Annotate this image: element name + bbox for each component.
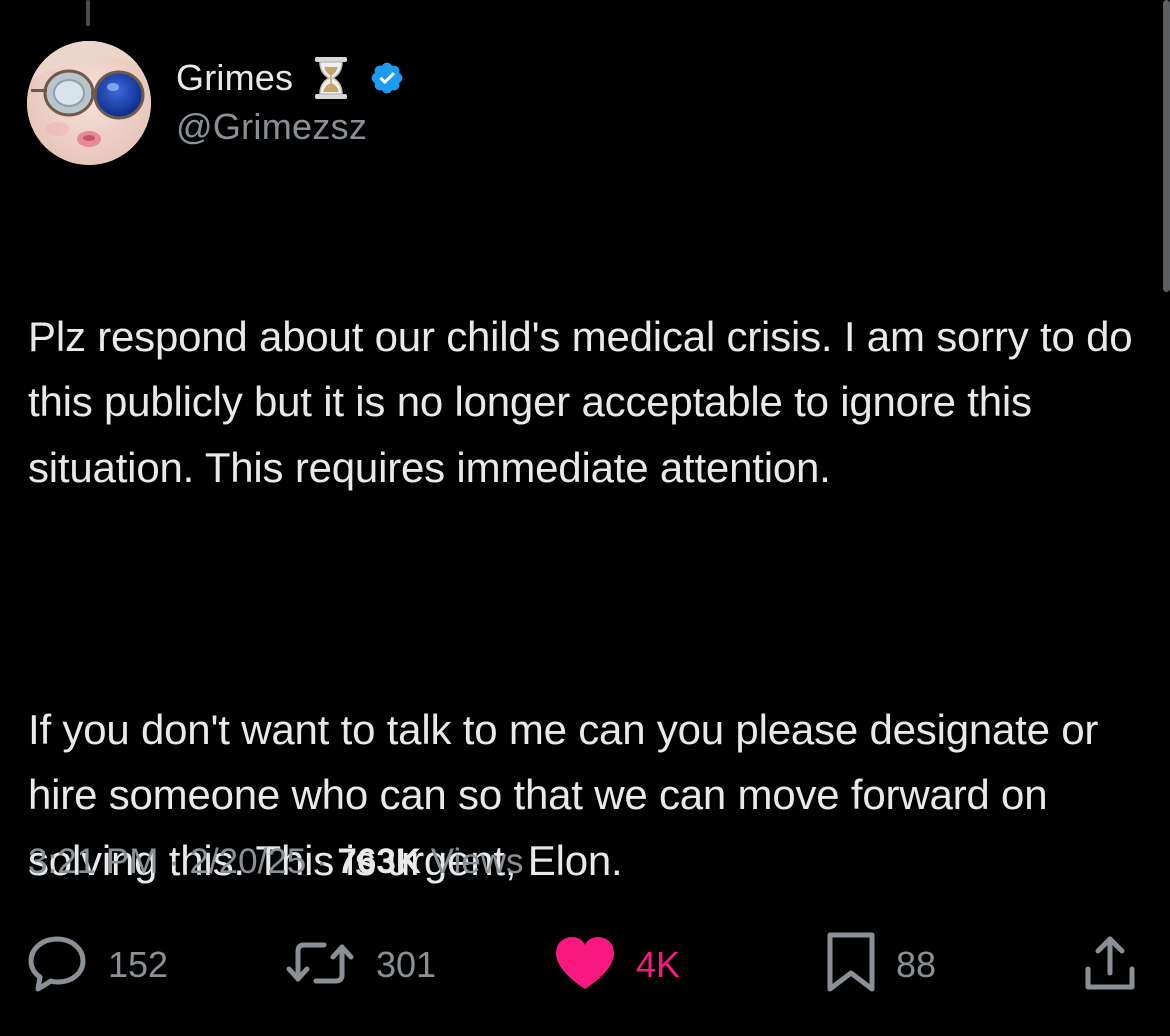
author-handle[interactable]: @Grimezsz [176, 106, 405, 148]
meta-separator: · [168, 842, 180, 881]
bookmark-icon [826, 931, 876, 1000]
repost-icon [284, 935, 356, 996]
reply-count: 152 [108, 944, 169, 985]
repost-button[interactable]: 301 [284, 930, 436, 1000]
tweet-header: Grimes @Grimezsz [176, 54, 405, 148]
avatar[interactable] [27, 41, 151, 165]
tweet-date[interactable]: 2/20/25 [189, 842, 306, 881]
share-icon [1082, 933, 1138, 998]
repost-count: 301 [376, 944, 437, 985]
views-label: Views [430, 842, 524, 881]
like-count: 4K [636, 944, 681, 985]
author-name-row: Grimes [176, 54, 405, 102]
author-display-name[interactable]: Grimes [176, 57, 293, 99]
tweet-paragraph: Plz respond about our child's medical cr… [28, 312, 1133, 491]
hourglass-emoji-icon [311, 55, 351, 101]
reply-icon [26, 934, 88, 997]
thread-connector-line [86, 0, 90, 26]
verified-badge-icon[interactable] [369, 60, 405, 96]
like-button[interactable]: 4K [554, 930, 680, 1000]
meta-separator: · [316, 842, 328, 881]
scrollbar[interactable] [1163, 0, 1170, 292]
tweet-meta: 3:21 PM · 2/20/25 · 763K Views [28, 842, 524, 882]
reply-button[interactable]: 152 [26, 930, 168, 1000]
tweet-time[interactable]: 3:21 PM [28, 842, 158, 881]
views-count[interactable]: 763K [337, 842, 421, 881]
tweet-action-bar: 152 301 4K 88 [0, 930, 1170, 1000]
heart-icon [554, 935, 616, 996]
bookmark-button[interactable]: 88 [826, 930, 936, 1000]
avatar-image [27, 41, 151, 165]
share-button[interactable] [1082, 930, 1138, 1000]
bookmark-count: 88 [896, 944, 937, 985]
